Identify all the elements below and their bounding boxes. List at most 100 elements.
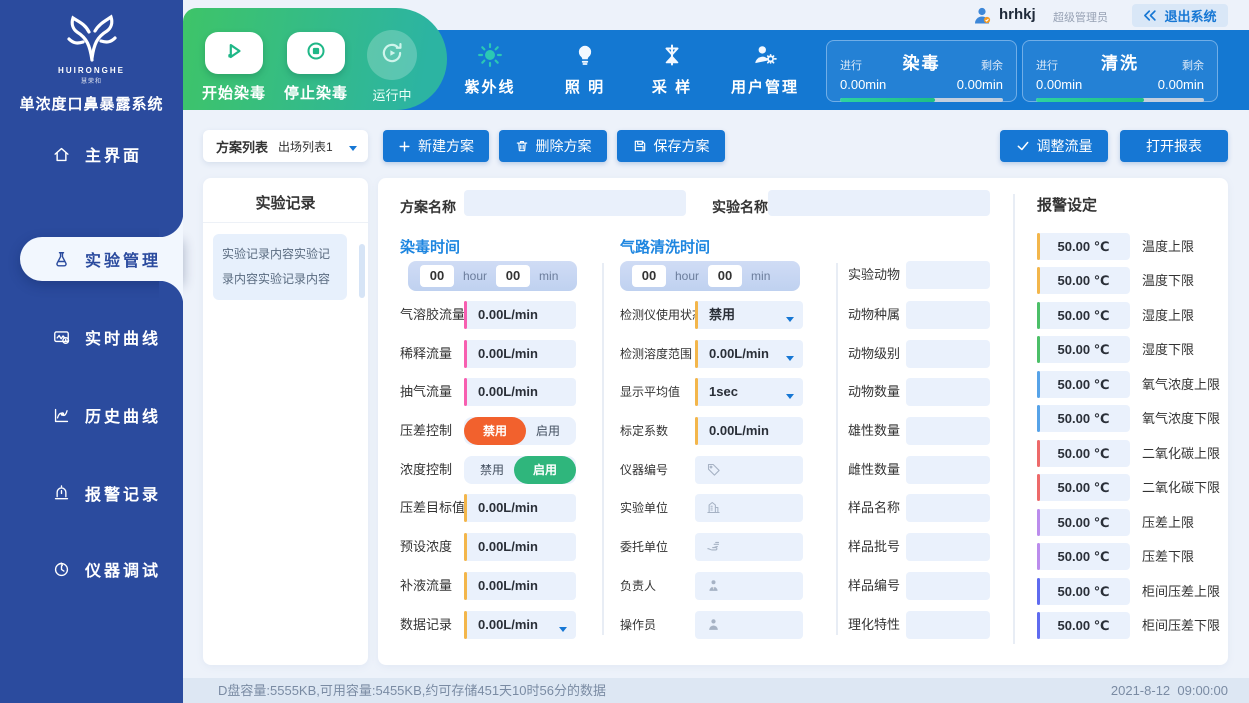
sample-batch-input[interactable]: [906, 533, 990, 561]
home-icon: [52, 145, 71, 164]
humidity-lower-limit-input[interactable]: 50.00 ℃: [1037, 336, 1130, 363]
clean-status-card: 进行 清洗 剩余 0.00min 0.00min: [1022, 40, 1218, 102]
scheme-list-select[interactable]: 方案列表 出场列表1: [203, 130, 368, 162]
animal-species-input[interactable]: [906, 301, 990, 329]
physicochemical-input[interactable]: [906, 611, 990, 639]
pressure-diff-lower-limit-input[interactable]: 50.00 ℃: [1037, 543, 1130, 570]
sidebar: HUIRONGHE 慧荣和 单浓度口鼻暴露系统 主界面 实验管理: [0, 0, 183, 703]
poison-time-section-title: 染毒时间: [400, 236, 460, 257]
progress-bar: [840, 98, 1003, 102]
running-refresh-icon: [379, 40, 405, 71]
brand-subtitle: 慧荣和: [0, 76, 183, 85]
sampling-valve-icon: [630, 40, 714, 70]
sample-number-input[interactable]: [906, 572, 990, 600]
user-avatar: [972, 5, 993, 31]
sidebar-item-realtime-curve[interactable]: 实时曲线: [0, 315, 183, 359]
open-report-button[interactable]: 打开报表: [1120, 130, 1228, 162]
stop-icon: [305, 40, 327, 67]
plus-icon: [398, 140, 411, 153]
temp-upper-limit-input[interactable]: 50.00 ℃: [1037, 233, 1130, 260]
animal-count-input[interactable]: [906, 378, 990, 406]
datetime-text: 2021-8-12 09:00:00: [1111, 678, 1228, 703]
logo-icon: [63, 12, 121, 64]
history-curve-icon: [52, 406, 71, 425]
start-exposure-button[interactable]: [205, 32, 263, 74]
stop-exposure-label: 停止染毒: [278, 82, 354, 103]
poison-status-card: 进行 染毒 剩余 0.00min 0.00min: [826, 40, 1017, 102]
toolbar-item-user-management[interactable]: 用户管理: [723, 40, 807, 102]
scheme-selected-value: 出场列表1: [278, 138, 333, 155]
toolbar-item-sampling[interactable]: 采 样: [630, 40, 714, 102]
alarm-siren-icon: [52, 484, 71, 503]
humidity-upper-limit-input[interactable]: 50.00 ℃: [1037, 302, 1130, 329]
start-exposure-label: 开始染毒: [196, 82, 272, 103]
delete-scheme-button[interactable]: 删除方案: [499, 130, 607, 162]
uv-sun-icon: [448, 40, 532, 70]
cabinet-pressure-diff-lower-limit-input[interactable]: 50.00 ℃: [1037, 612, 1130, 639]
play-icon: [223, 40, 245, 67]
experiment-animal-input[interactable]: [906, 261, 990, 289]
temp-lower-limit-input[interactable]: 50.00 ℃: [1037, 267, 1130, 294]
co2-upper-limit-input[interactable]: 50.00 ℃: [1037, 440, 1130, 467]
sidebar-item-experiment-management[interactable]: 实验管理: [20, 237, 183, 281]
remaining-value: 0.00min: [1158, 77, 1204, 92]
user-role: 超级管理员: [1053, 9, 1108, 25]
exit-arrows-icon: [1143, 9, 1158, 22]
app-title: 单浓度口鼻暴露系统: [0, 93, 183, 114]
sidebar-item-alarm-records[interactable]: 报警记录: [0, 471, 183, 515]
trash-icon: [515, 139, 529, 153]
oxygen-upper-limit-input[interactable]: 50.00 ℃: [1037, 371, 1130, 398]
stop-exposure-button[interactable]: [287, 32, 345, 74]
app-root: HUIRONGHE 慧荣和 单浓度口鼻暴露系统 主界面 实验管理: [0, 0, 1249, 703]
user-gear-icon: [723, 40, 807, 70]
scheme-name-input[interactable]: [464, 190, 686, 216]
male-count-input[interactable]: [906, 417, 990, 445]
save-floppy-icon: [633, 139, 647, 153]
user-name: hrhkj: [999, 6, 1036, 23]
sidebar-item-history-curve[interactable]: 历史曲线: [0, 393, 183, 437]
elapsed-value: 0.00min: [840, 77, 886, 92]
experiment-form-panel: 方案名称 实验名称 染毒时间 气路清洗时间 00 hour 00 min 00 …: [378, 178, 1228, 665]
alarm-settings-title: 报警设定: [1037, 194, 1097, 215]
co2-lower-limit-input[interactable]: 50.00 ℃: [1037, 474, 1130, 501]
run-control-block: 开始染毒 停止染毒 运行中: [183, 8, 447, 110]
save-scheme-button[interactable]: 保存方案: [617, 130, 725, 162]
disk-capacity-text: D盘容量:5555KB,可用容量:5455KB,约可存储451天10时56分的数…: [218, 678, 606, 703]
status-bar: D盘容量:5555KB,可用容量:5455KB,约可存储451天10时56分的数…: [183, 678, 1249, 703]
elapsed-value: 0.00min: [1036, 77, 1082, 92]
adjust-flow-button[interactable]: 调整流量: [1000, 130, 1108, 162]
experiment-name-label: 实验名称: [712, 197, 768, 217]
running-status-button[interactable]: [367, 30, 417, 80]
new-scheme-button[interactable]: 新建方案: [383, 130, 489, 162]
record-list-item[interactable]: 实验记录内容实验记录内容实验记录内容: [213, 234, 347, 300]
record-panel-title: 实验记录: [203, 178, 368, 213]
sidebar-item-home[interactable]: 主界面: [0, 132, 183, 176]
toolbar-item-lighting[interactable]: 照 明: [543, 40, 627, 102]
cabinet-pressure-diff-upper-limit-input[interactable]: 50.00 ℃: [1037, 578, 1130, 605]
chevron-down-icon: [349, 146, 357, 155]
sample-name-input[interactable]: [906, 494, 990, 522]
experiment-record-panel: 实验记录 实验记录内容实验记录内容实验记录内容: [203, 178, 368, 665]
animal-grade-input[interactable]: [906, 340, 990, 368]
sidebar-item-instrument-debug[interactable]: 仪器调试: [0, 547, 183, 591]
female-count-input[interactable]: [906, 456, 990, 484]
running-status-label: 运行中: [355, 85, 429, 104]
clean-time-section-title: 气路清洗时间: [620, 236, 710, 257]
brand-name: HUIRONGHE: [0, 66, 183, 75]
logout-button[interactable]: 退出系统: [1132, 4, 1228, 27]
scrollbar-thumb[interactable]: [359, 244, 365, 298]
progress-bar: [1036, 98, 1204, 102]
status-card-title: 清洗: [1101, 49, 1139, 74]
divider: [203, 222, 368, 223]
instrument-debug-icon: [52, 560, 71, 579]
status-card-title: 染毒: [903, 49, 941, 74]
check-icon: [1016, 139, 1030, 153]
remaining-value: 0.00min: [957, 77, 1003, 92]
realtime-curve-icon: [52, 328, 71, 347]
experiment-name-input[interactable]: [768, 190, 990, 216]
pressure-diff-upper-limit-input[interactable]: 50.00 ℃: [1037, 509, 1130, 536]
oxygen-lower-limit-input[interactable]: 50.00 ℃: [1037, 405, 1130, 432]
toolbar-item-uv[interactable]: 紫外线: [448, 40, 532, 102]
scheme-name-label: 方案名称: [400, 197, 456, 217]
brand-logo: HUIRONGHE 慧荣和 单浓度口鼻暴露系统: [0, 12, 183, 114]
